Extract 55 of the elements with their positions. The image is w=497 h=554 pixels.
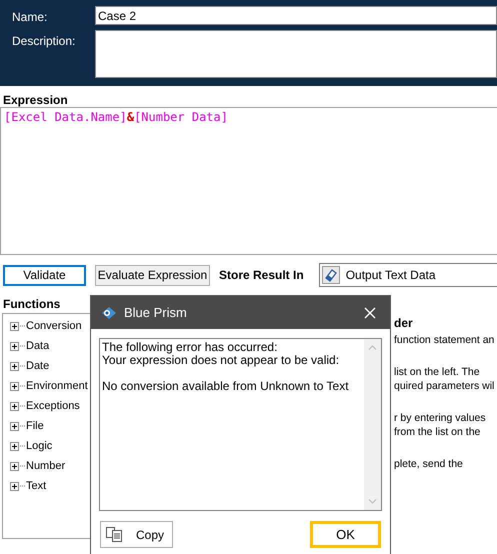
details-text: function statement an [394,334,494,346]
error-message: The following error has occurred: Your expression does not appear to be valid: [102,341,340,367]
copy-icon [106,527,122,542]
ok-button[interactable]: OK [310,521,381,548]
tree-item[interactable]: Number [10,456,66,476]
details-heading: der [394,316,414,330]
expression-editor[interactable]: [Excel Data.Name]&[Number Data] [0,107,497,255]
close-icon[interactable] [364,306,376,318]
description-field[interactable] [95,30,497,78]
validate-button[interactable]: Validate [3,264,86,286]
eraser-icon [322,266,340,284]
tree-item[interactable]: File [10,416,44,436]
expand-icon[interactable] [10,402,19,410]
tree-connector-icon [20,485,25,487]
details-text: r by entering values [394,412,486,424]
store-result-label: Store Result In [219,268,304,282]
tree-connector-icon [20,365,25,367]
tree-connector-icon [20,445,25,447]
expand-icon[interactable] [10,382,19,390]
details-text: from the list on the [394,426,480,438]
tree-item[interactable]: Exceptions [10,396,80,416]
error-message: No conversion available from Unknown to Text [102,380,349,393]
name-label: Name: [11,9,48,25]
tree-item[interactable]: Text [10,476,46,496]
tree-connector-icon [20,325,25,327]
functions-label: Functions [3,297,60,311]
description-label: Description: [11,33,76,50]
tree-item[interactable]: Conversion [10,316,82,336]
tree-connector-icon [20,385,25,387]
expand-icon[interactable] [10,442,19,450]
expand-icon[interactable] [10,482,19,490]
copy-button[interactable]: Copy [100,521,173,548]
tree-connector-icon [20,425,25,427]
dialog-title: Blue Prism [124,305,188,320]
tree-item[interactable]: Environment [10,376,88,396]
store-result-field[interactable]: Output Text Data [318,263,497,287]
details-text: quired parameters wil [394,380,494,392]
tree-item[interactable]: Data [10,336,50,356]
store-result-value: Output Text Data [346,268,436,282]
details-text: plete, send the [394,458,463,470]
name-field[interactable]: Case 2 [95,6,497,25]
diamond-logo-icon [101,306,117,320]
tree-item[interactable]: Date [10,356,50,376]
expand-icon[interactable] [10,462,19,470]
tree-item[interactable]: Logic [10,436,52,456]
expression-label: Expression [3,93,68,107]
expand-icon[interactable] [10,422,19,430]
expand-icon[interactable] [10,362,19,370]
expand-icon[interactable] [10,342,19,350]
details-text: list on the left. The [394,366,480,378]
evaluate-button[interactable]: Evaluate Expression [95,264,210,286]
tree-connector-icon [20,345,25,347]
tree-connector-icon [20,465,25,467]
tree-connector-icon [20,405,25,407]
expand-icon[interactable] [10,322,19,330]
